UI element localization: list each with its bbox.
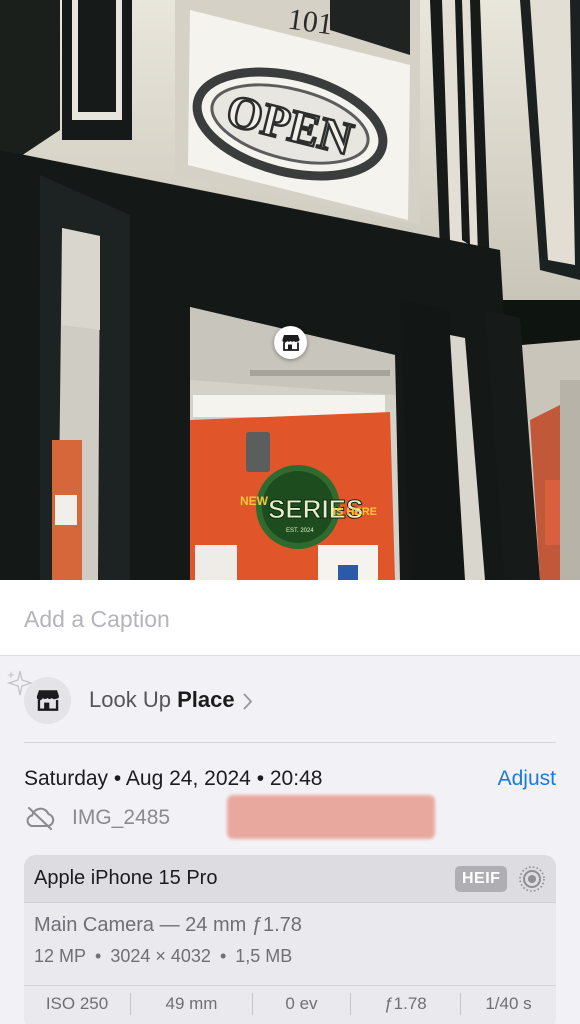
look-up-place-button[interactable]: Look Up Place — [24, 676, 556, 724]
file-size: 1,5 MB — [235, 946, 293, 966]
exif-divider — [24, 985, 556, 986]
adjust-button[interactable]: Adjust — [498, 767, 556, 791]
date-row: Saturday • Aug 24, 2024 • 20:48 Adjust — [24, 767, 556, 795]
dimensions: 3024 × 4032 — [110, 946, 211, 966]
cloud-slash-icon — [26, 807, 55, 830]
place-pin-button[interactable] — [274, 326, 307, 359]
storefront-photo: 101 OPEN SERIES NEW IS HERE EST. 2024 — [0, 0, 580, 580]
look-up-subject: Place — [177, 687, 235, 712]
stat-aperture: ƒ1.78 — [350, 993, 460, 1015]
door-number: 101 — [286, 2, 335, 41]
storefront-icon — [36, 690, 59, 711]
stat-shutter-speed: 1/40 s — [460, 993, 556, 1015]
device-name: Apple iPhone 15 Pro — [34, 867, 218, 889]
photo-viewer[interactable]: 101 OPEN SERIES NEW IS HERE EST. 2024 — [0, 0, 580, 580]
stat-exposure-bias: 0 ev — [252, 993, 350, 1015]
format-badge: HEIF — [455, 866, 508, 892]
caption-bar — [0, 580, 580, 656]
divider — [24, 742, 556, 743]
poster-new: NEW — [240, 494, 269, 508]
storefront-icon — [281, 335, 300, 351]
capture-date: Saturday • Aug 24, 2024 • 20:48 — [24, 767, 323, 790]
exif-header: Apple iPhone 15 Pro HEIF — [24, 855, 556, 903]
look-up-label: Look Up Place — [89, 687, 235, 713]
exif-card: Apple iPhone 15 Pro HEIF Main Camera — 2… — [24, 855, 556, 1024]
spec-separator: • — [219, 946, 227, 966]
caption-input[interactable] — [24, 602, 554, 636]
image-specs: 12 MP • 3024 × 4032 • 1,5 MB — [34, 946, 292, 967]
spec-separator: • — [95, 946, 102, 966]
redaction-mark — [227, 795, 435, 839]
live-photo-icon[interactable] — [518, 865, 546, 893]
file-name: IMG_2485 — [72, 806, 171, 829]
stat-iso: ISO 250 — [45, 994, 109, 1013]
lens-info: Main Camera — 24 mm ƒ1.78 — [34, 914, 302, 936]
look-up-icon-badge — [24, 676, 71, 724]
poster-est: EST. 2024 — [286, 528, 314, 534]
look-up-prefix: Look Up — [89, 687, 171, 712]
stat-focal-length: 49 mm — [130, 993, 252, 1015]
exposure-stats: ISO 250 49 mm 0 ev ƒ1.78 1/40 s — [24, 993, 556, 1017]
chevron-right-icon — [243, 693, 252, 709]
info-panel: Look Up Place Saturday • Aug 24, 2024 • … — [0, 657, 580, 1024]
megapixels: 12 MP — [34, 946, 87, 966]
poster-is-here: IS HERE — [333, 506, 377, 518]
